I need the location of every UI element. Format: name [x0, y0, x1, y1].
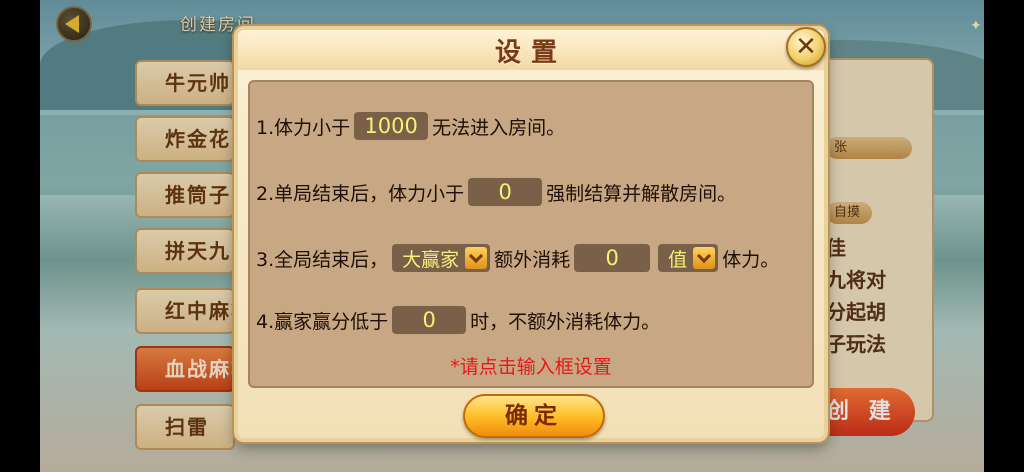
extra-cost-input[interactable]: 0 — [574, 244, 651, 272]
settings-content: 1.体力小于 1000 无法进入房间。 2.单局结束后，体力小于 0 强制结算并… — [248, 80, 814, 388]
settings-row-2: 2.单局结束后，体力小于 0 强制结算并解散房间。 — [256, 176, 736, 208]
dialog-title: 设置 — [494, 38, 567, 68]
row2-suffix: 强制结算并解散房间。 — [546, 182, 737, 205]
round-end-stamina-input[interactable]: 0 — [468, 178, 543, 206]
chevron-down-icon[interactable] — [465, 247, 488, 269]
close-icon: ✕ — [795, 32, 817, 62]
row1-suffix: 无法进入房间。 — [432, 116, 566, 139]
settings-row-1: 1.体力小于 1000 无法进入房间。 — [256, 110, 565, 142]
settings-dialog: 设置 1.体力小于 1000 无法进入房间。 2.单局结束后，体力小于 0 强制… — [234, 26, 828, 442]
settings-row-3: 3.全局结束后， 大赢家 额外消耗 0 值 体力。 — [256, 242, 779, 274]
row2-prefix: 2.单局结束后，体力小于 — [256, 182, 465, 205]
settings-row-4: 4.赢家赢分低于 0 时，不额外消耗体力。 — [256, 304, 660, 336]
row1-prefix: 1.体力小于 — [256, 116, 351, 139]
winner-select-value: 大赢家 — [402, 248, 460, 271]
row3-prefix: 3.全局结束后， — [256, 248, 389, 271]
row3-middle: 额外消耗 — [494, 248, 571, 271]
input-hint: *请点击输入框设置 — [450, 356, 612, 378]
winner-select[interactable]: 大赢家 — [392, 244, 491, 272]
unit-select[interactable]: 值 — [658, 244, 719, 272]
chevron-down-icon[interactable] — [693, 247, 716, 269]
confirm-button[interactable]: 确定 — [463, 394, 605, 438]
row4-suffix: 时，不额外消耗体力。 — [470, 310, 661, 333]
stamina-min-input[interactable]: 1000 — [354, 112, 429, 140]
row3-suffix: 体力。 — [722, 248, 780, 271]
unit-select-value: 值 — [668, 248, 688, 271]
close-button[interactable]: ✕ — [786, 27, 826, 67]
winner-score-input[interactable]: 0 — [392, 306, 467, 334]
row4-prefix: 4.赢家赢分低于 — [256, 310, 389, 333]
dialog-title-bar: 设置 — [238, 30, 824, 70]
